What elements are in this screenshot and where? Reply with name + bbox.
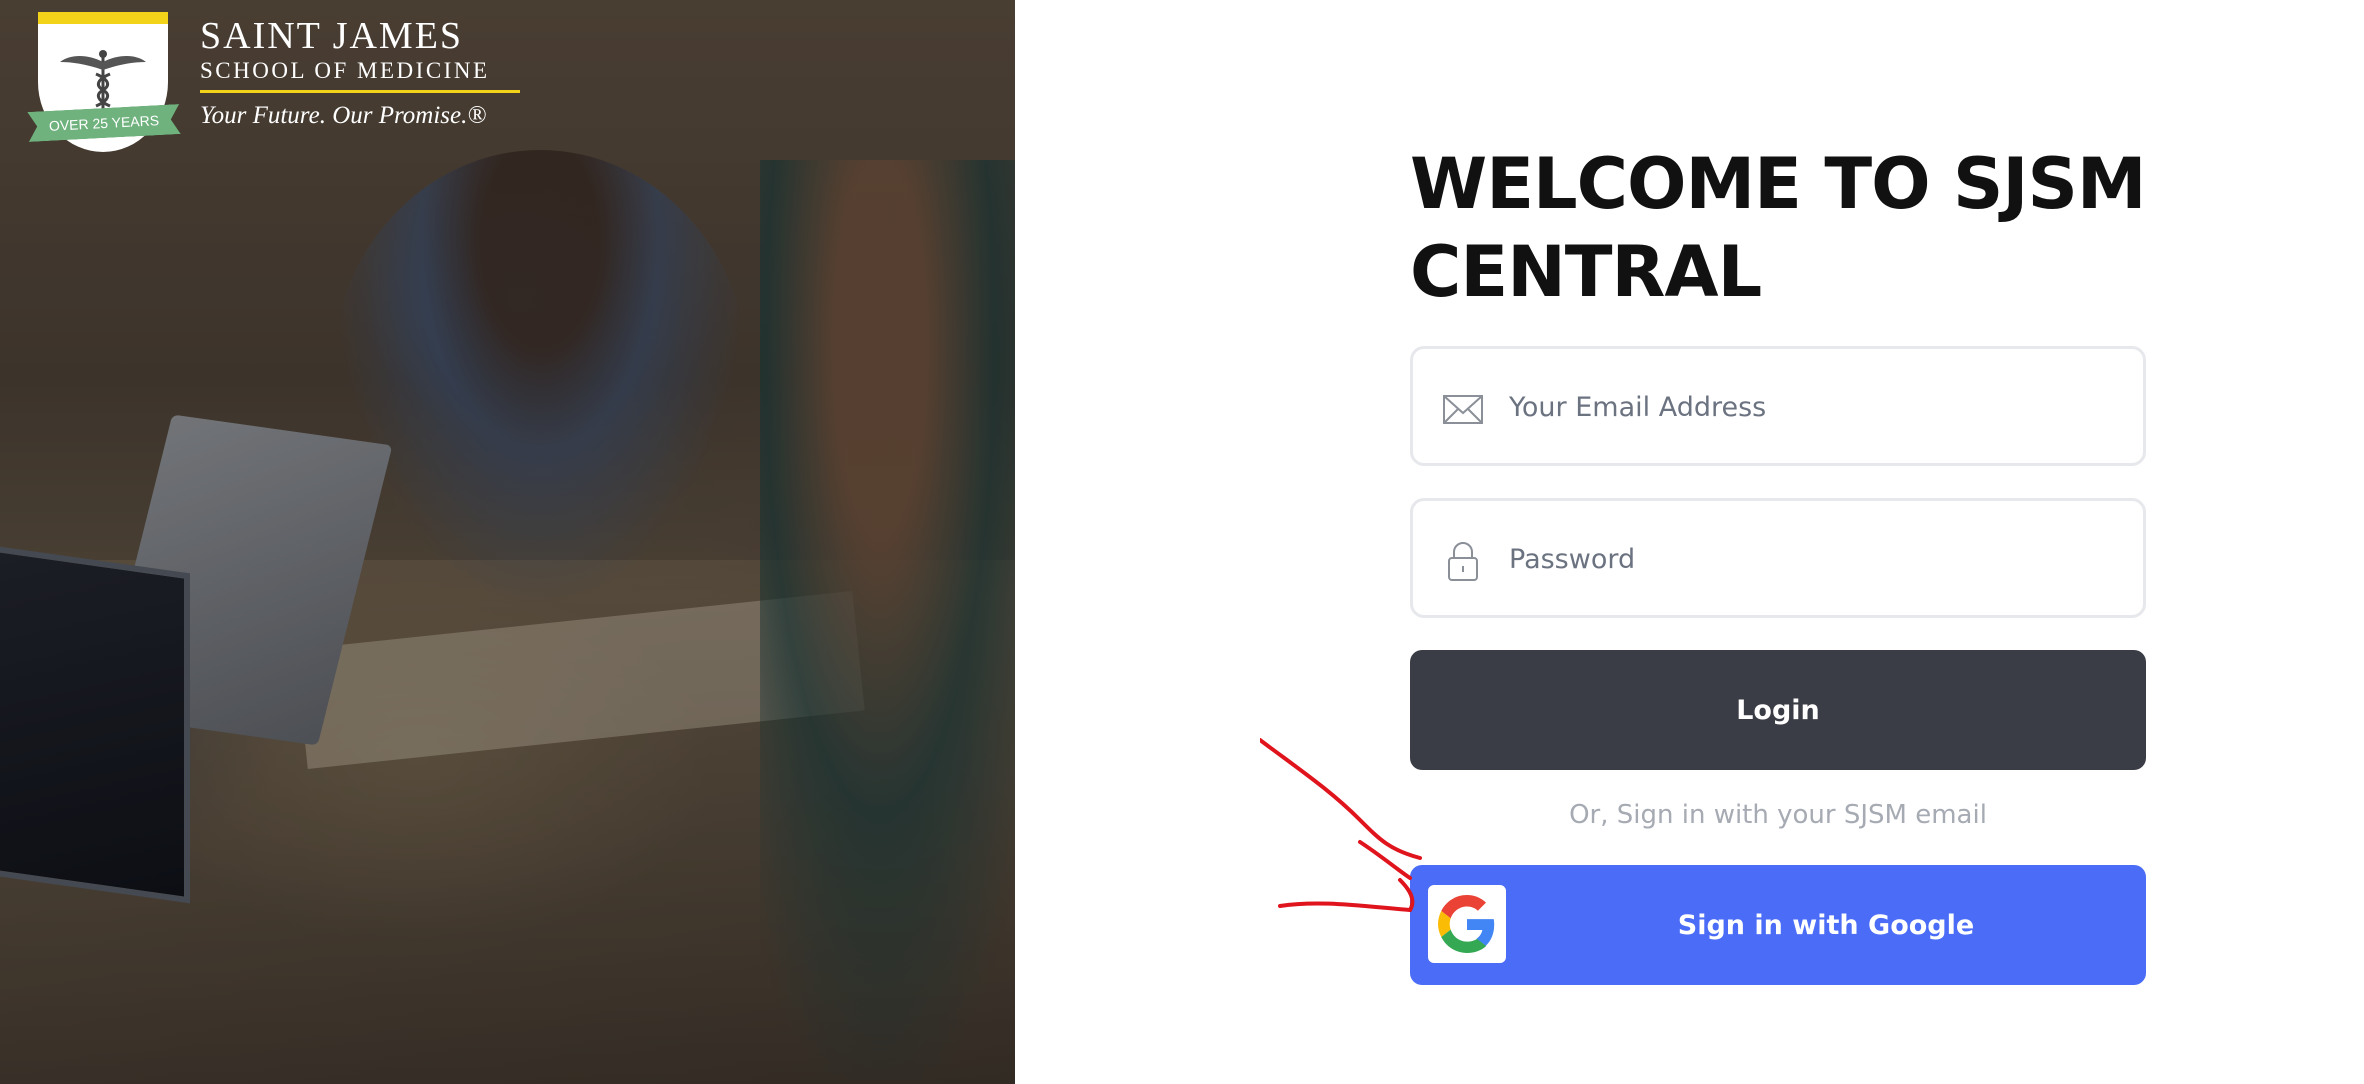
google-icon bbox=[1438, 895, 1495, 953]
annotation-arrow-icon bbox=[1260, 738, 1422, 912]
login-button-label: Login bbox=[1736, 694, 1820, 726]
login-button[interactable]: Login bbox=[1410, 650, 2146, 770]
email-field[interactable] bbox=[1410, 346, 2146, 466]
page-title: WELCOME TO SJSM CENTRAL bbox=[1410, 143, 2147, 313]
logo-subtitle: SCHOOL OF MEDICINE bbox=[200, 58, 520, 93]
background-photo: OVER 25 YEARS SAINT JAMES SCHOOL OF MEDI… bbox=[0, 0, 1015, 1084]
logo-tagline: Your Future. Our Promise.® bbox=[200, 102, 487, 129]
or-divider-text: Or, Sign in with your SJSM email bbox=[1569, 800, 1987, 830]
school-logo[interactable]: OVER 25 YEARS SAINT JAMES SCHOOL OF MEDI… bbox=[28, 12, 548, 152]
lock-icon bbox=[1448, 542, 1478, 581]
logo-title: SAINT JAMES bbox=[200, 15, 464, 57]
google-signin-button[interactable]: Sign in with Google bbox=[1410, 865, 2146, 985]
email-input[interactable] bbox=[1509, 369, 2109, 445]
envelope-icon bbox=[1443, 395, 1483, 424]
google-signin-label: Sign in with Google bbox=[1677, 909, 1975, 941]
password-field[interactable] bbox=[1410, 498, 2146, 618]
login-form: WELCOME TO SJSM CENTRAL Login Or, Sign i… bbox=[1410, 0, 2150, 1084]
password-input[interactable] bbox=[1509, 521, 2109, 597]
